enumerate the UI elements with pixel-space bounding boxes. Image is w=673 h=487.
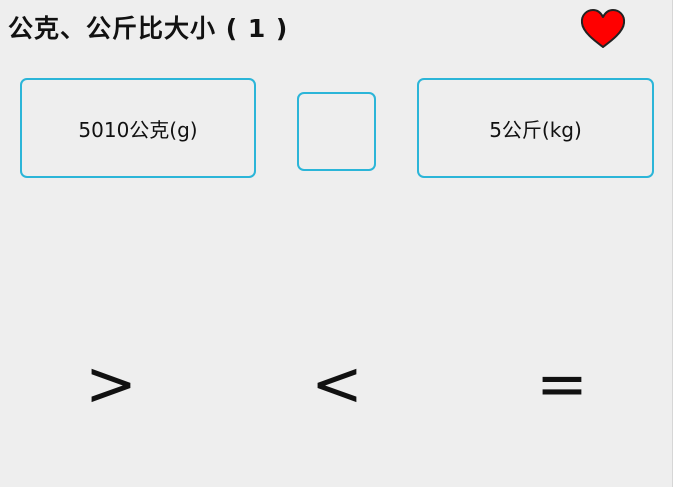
heart-icon[interactable] xyxy=(579,8,627,50)
left-quantity-box: 5010公克(g) xyxy=(20,78,256,178)
left-quantity-label: 5010公克(g) xyxy=(78,117,198,142)
right-quantity-label: 5公斤(kg) xyxy=(489,117,582,142)
less-than-button[interactable]: < xyxy=(287,346,387,422)
answer-slot-box[interactable] xyxy=(297,92,376,171)
right-quantity-box: 5公斤(kg) xyxy=(417,78,654,178)
equal-button[interactable]: = xyxy=(512,346,612,422)
page-title: 公克、公斤比大小 ( 1 ) xyxy=(8,14,289,43)
greater-than-button[interactable]: > xyxy=(61,346,161,422)
